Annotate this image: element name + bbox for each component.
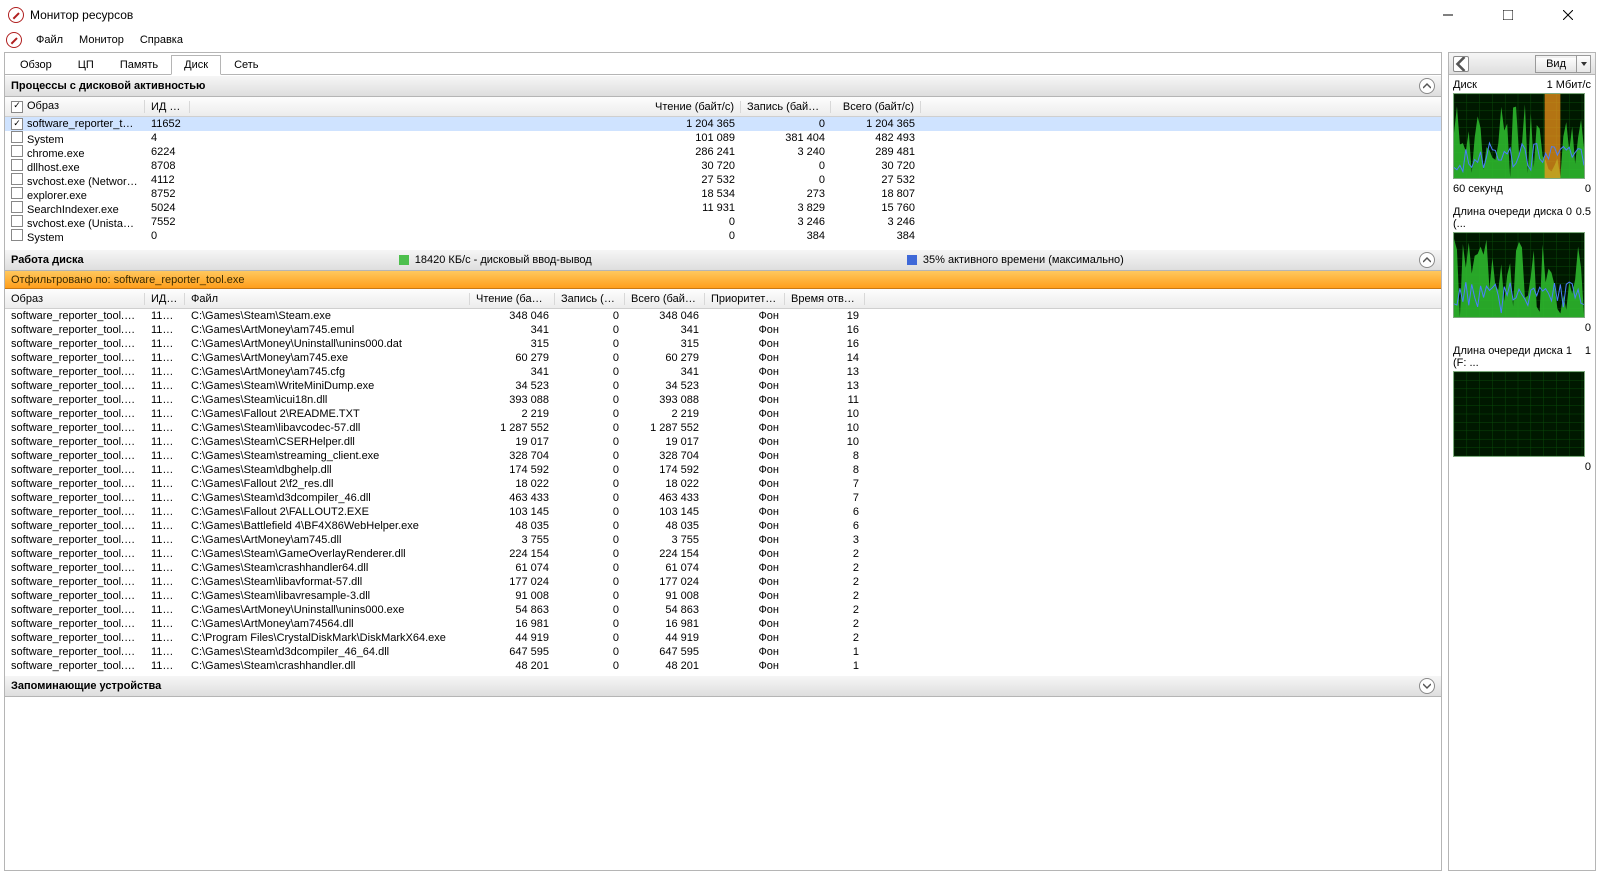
activity-row[interactable]: software_reporter_tool.exe11652C:\Games\… (5, 337, 1441, 351)
tab-disk[interactable]: Диск (171, 55, 221, 75)
col-read[interactable]: Чтение (байт/с) (646, 101, 741, 113)
header-checkbox[interactable] (11, 101, 23, 113)
activity-row[interactable]: software_reporter_tool.exe11652C:\Games\… (5, 379, 1441, 393)
col-file[interactable]: Файл (185, 293, 470, 305)
io-indicator-icon (399, 255, 409, 265)
expand-icon[interactable] (1419, 678, 1435, 694)
activity-row[interactable]: software_reporter_tool.exe11652C:\Games\… (5, 505, 1441, 519)
process-row[interactable]: svchost.exe (UnistackSvcGro...755203 246… (5, 215, 1441, 229)
chart: Длина очереди диска 0 (...0.50 (1449, 202, 1595, 341)
panel-disk-activity: Работа диска 18420 КБ/с - дисковый ввод-… (5, 249, 1441, 675)
row-checkbox[interactable] (11, 201, 23, 213)
activity-row[interactable]: software_reporter_tool.exe11652C:\Games\… (5, 309, 1441, 323)
storage-header[interactable]: Запоминающие устройства (5, 675, 1441, 697)
activity-row[interactable]: software_reporter_tool.exe11652C:\Games\… (5, 561, 1441, 575)
processes-rows[interactable]: software_reporter_tool.exe116521 204 365… (5, 117, 1441, 249)
activity-row[interactable]: software_reporter_tool.exe11652C:\Games\… (5, 435, 1441, 449)
tab-cpu[interactable]: ЦП (65, 55, 107, 75)
window-title: Монитор ресурсов (30, 8, 1428, 22)
col-total[interactable]: Всего (байт/с) (625, 293, 705, 305)
dropdown-arrow-icon (1576, 56, 1590, 72)
collapse-icon[interactable] (1419, 78, 1435, 94)
activity-rows[interactable]: software_reporter_tool.exe11652C:\Games\… (5, 309, 1441, 675)
process-row[interactable]: SearchIndexer.exe502411 9313 82915 760 (5, 201, 1441, 215)
col-write[interactable]: Запись (байт/с) (741, 101, 831, 113)
processes-columns: Образ ИД п... Чтение (байт/с) Запись (ба… (5, 97, 1441, 117)
activity-row[interactable]: software_reporter_tool.exe11652C:\Games\… (5, 519, 1441, 533)
tabstrip: Обзор ЦП Память Диск Сеть (5, 53, 1441, 75)
charts-sidebar: Вид Диск1 Мбит/с60 секунд0Длина очереди … (1448, 52, 1596, 871)
row-checkbox[interactable] (11, 187, 23, 199)
activity-row[interactable]: software_reporter_tool.exe11652C:\Games\… (5, 659, 1441, 673)
menubar: Файл Монитор Справка (0, 30, 1600, 50)
menu-monitor[interactable]: Монитор (73, 32, 130, 48)
disk-activity-header[interactable]: Работа диска 18420 КБ/с - дисковый ввод-… (5, 249, 1441, 271)
maximize-button[interactable] (1488, 3, 1528, 27)
col-response[interactable]: Время ответа (... (785, 293, 865, 305)
col-image[interactable]: Образ (5, 293, 145, 305)
tab-overview[interactable]: Обзор (7, 55, 65, 75)
row-checkbox[interactable] (11, 173, 23, 185)
activity-row[interactable]: software_reporter_tool.exe11652C:\Games\… (5, 491, 1441, 505)
collapse-icon[interactable] (1419, 252, 1435, 268)
activity-row[interactable]: software_reporter_tool.exe11652C:\Games\… (5, 477, 1441, 491)
col-image[interactable]: Образ (5, 100, 145, 113)
activity-row[interactable]: software_reporter_tool.exe11652C:\Progra… (5, 631, 1441, 645)
menu-file[interactable]: Файл (30, 32, 69, 48)
process-row[interactable]: System00384384 (5, 229, 1441, 243)
app-menu-icon (6, 32, 22, 48)
panel-processes: Процессы с дисковой активностью Образ ИД… (5, 75, 1441, 249)
process-row[interactable]: svchost.exe (NetworkService)411227 53202… (5, 173, 1441, 187)
activity-row[interactable]: software_reporter_tool.exe11652C:\Games\… (5, 393, 1441, 407)
tab-network[interactable]: Сеть (221, 55, 271, 75)
sidebar-expand-button[interactable] (1453, 56, 1469, 72)
row-checkbox[interactable] (11, 215, 23, 227)
col-priority[interactable]: Приоритет вв... (705, 293, 785, 305)
menu-help[interactable]: Справка (134, 32, 189, 48)
panel-storage: Запоминающие устройства (5, 675, 1441, 870)
tab-memory[interactable]: Память (107, 55, 171, 75)
activity-row[interactable]: software_reporter_tool.exe11652C:\Games\… (5, 323, 1441, 337)
close-button[interactable] (1548, 3, 1588, 27)
col-pid[interactable]: ИД п... (145, 101, 190, 113)
filter-bar: Отфильтровано по: software_reporter_tool… (5, 271, 1441, 289)
process-row[interactable]: System4101 089381 404482 493 (5, 131, 1441, 145)
process-row[interactable]: dllhost.exe870830 720030 720 (5, 159, 1441, 173)
activity-row[interactable]: software_reporter_tool.exe11652C:\Games\… (5, 589, 1441, 603)
row-checkbox[interactable] (11, 131, 23, 143)
app-icon (8, 7, 24, 23)
process-row[interactable]: explorer.exe875218 53427318 807 (5, 187, 1441, 201)
col-total[interactable]: Всего (байт/с) (831, 101, 921, 113)
activity-row[interactable]: software_reporter_tool.exe11652C:\Games\… (5, 533, 1441, 547)
titlebar: Монитор ресурсов (0, 0, 1600, 30)
col-write[interactable]: Запись (байт/с) (555, 293, 625, 305)
minimize-button[interactable] (1428, 3, 1468, 27)
activity-row[interactable]: software_reporter_tool.exe11652C:\Games\… (5, 575, 1441, 589)
view-dropdown[interactable]: Вид (1535, 55, 1591, 73)
activity-row[interactable]: software_reporter_tool.exe11652C:\Games\… (5, 645, 1441, 659)
activity-row[interactable]: software_reporter_tool.exe11652C:\Games\… (5, 449, 1441, 463)
row-checkbox[interactable] (11, 229, 23, 241)
activity-row[interactable]: software_reporter_tool.exe11652C:\Games\… (5, 365, 1441, 379)
row-checkbox[interactable] (11, 145, 23, 157)
process-row[interactable]: software_reporter_tool.exe116521 204 365… (5, 117, 1441, 131)
activity-row[interactable]: software_reporter_tool.exe11652C:\Games\… (5, 463, 1441, 477)
activity-row[interactable]: software_reporter_tool.exe11652C:\Games\… (5, 407, 1441, 421)
active-time-indicator-icon (907, 255, 917, 265)
row-checkbox[interactable] (11, 118, 23, 130)
activity-row[interactable]: software_reporter_tool.exe11652C:\Games\… (5, 547, 1441, 561)
activity-row[interactable]: software_reporter_tool.exe11652C:\Games\… (5, 617, 1441, 631)
col-pid[interactable]: ИД п... (145, 293, 185, 305)
chart: Длина очереди диска 1 (F: ...10 (1449, 341, 1595, 480)
activity-row[interactable]: software_reporter_tool.exe11652C:\Games\… (5, 603, 1441, 617)
col-read[interactable]: Чтение (байт/с) (470, 293, 555, 305)
activity-row[interactable]: software_reporter_tool.exe11652C:\Games\… (5, 673, 1441, 675)
process-row[interactable]: chrome.exe6224286 2413 240289 481 (5, 145, 1441, 159)
activity-row[interactable]: software_reporter_tool.exe11652C:\Games\… (5, 351, 1441, 365)
row-checkbox[interactable] (11, 159, 23, 171)
activity-columns: Образ ИД п... Файл Чтение (байт/с) Запис… (5, 289, 1441, 309)
activity-row[interactable]: software_reporter_tool.exe11652C:\Games\… (5, 421, 1441, 435)
chart: Диск1 Мбит/с60 секунд0 (1449, 75, 1595, 202)
processes-header[interactable]: Процессы с дисковой активностью (5, 75, 1441, 97)
